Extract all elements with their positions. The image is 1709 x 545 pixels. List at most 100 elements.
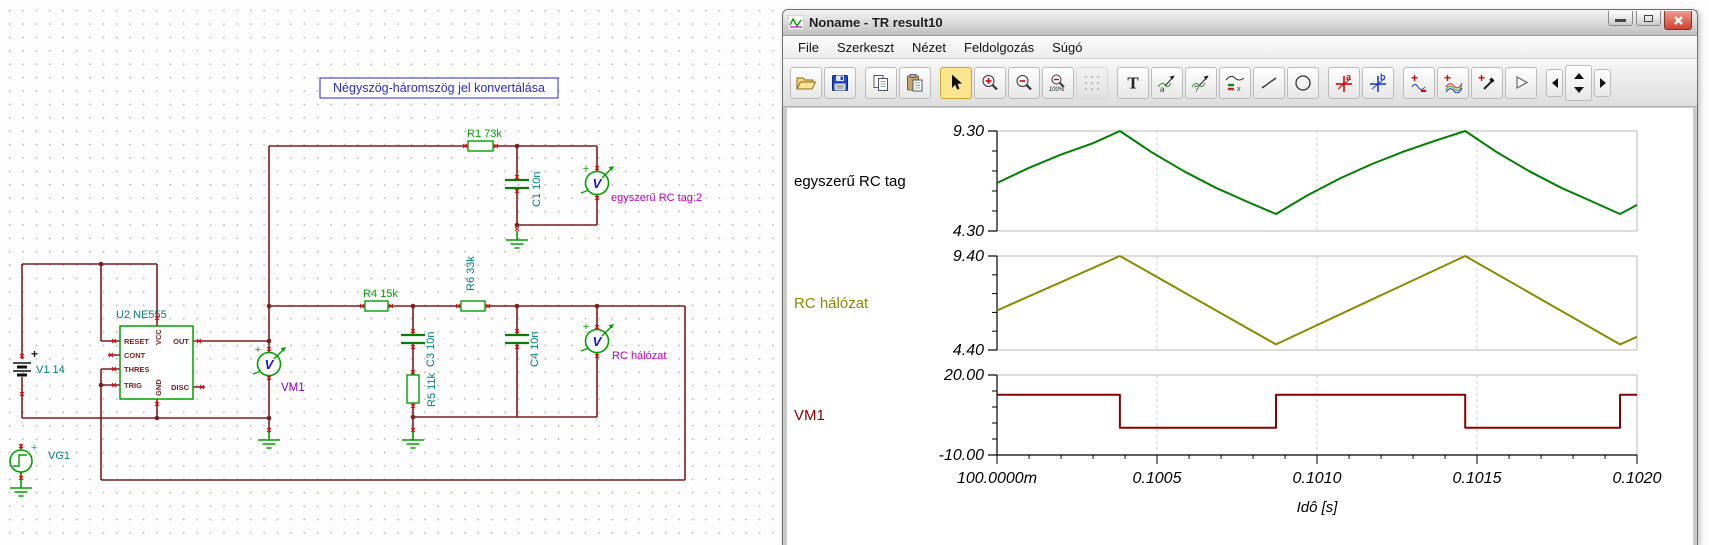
component-c1[interactable]: C1 10n — [505, 172, 543, 207]
terminal-marks — [18, 143, 600, 481]
component-c3[interactable]: C3 10n — [401, 332, 437, 367]
u2-label: U2 NE555 — [116, 309, 167, 321]
schematic-caption: Négyszög-háromszög jel konvertálása — [333, 81, 545, 95]
c4-label: C4 10n — [529, 332, 541, 367]
tr-result-window: Noname - TR result10 File Szerkeszt Nézet F… — [782, 9, 1698, 545]
grid-button[interactable] — [1076, 66, 1108, 99]
copy-icon — [871, 73, 891, 93]
menu-item-1[interactable]: Szerkeszt — [828, 37, 903, 58]
component-meter-rc-network[interactable]: V + RC hálózat — [580, 321, 666, 362]
close-button[interactable] — [1664, 11, 1692, 30]
save-icon — [830, 73, 850, 93]
legend-icon: x — [1224, 73, 1246, 93]
zoom-100-button[interactable]: 100% — [1042, 66, 1074, 99]
meter2-plus: + — [583, 321, 589, 333]
tool-group-1 — [865, 66, 931, 99]
minimize-button[interactable] — [1608, 11, 1633, 26]
pin-trig: TRIG — [124, 381, 142, 390]
marker-button[interactable] — [1505, 66, 1537, 99]
menu-item-3[interactable]: Feldolgozás — [955, 37, 1043, 58]
cursor-icon — [946, 73, 966, 93]
component-c4[interactable]: C4 10n — [505, 332, 541, 367]
ground-icon — [10, 479, 32, 497]
plot-2: 20.00 -10.00 VM1 — [794, 367, 1638, 464]
paste-button[interactable] — [899, 66, 931, 99]
vg1-plus: + — [31, 442, 37, 454]
schematic-caption-box[interactable]: Négyszög-háromszög jel konvertálása — [319, 77, 559, 99]
ellipse-icon — [1293, 73, 1313, 93]
nav-prev-icon — [1550, 77, 1560, 89]
pin-out: OUT — [173, 337, 189, 346]
open-button[interactable] — [790, 66, 822, 99]
plot-1: 9.40 4.40 RC hálózat — [794, 248, 1638, 359]
autoscale-a-button[interactable]: a — [1151, 66, 1183, 99]
component-vg1[interactable]: + VG1 — [9, 442, 70, 473]
svg-text:a: a — [1160, 85, 1165, 93]
autoscale-q-icon: ? — [1190, 73, 1212, 93]
legend-button[interactable]: x — [1219, 66, 1251, 99]
tool-group-5: + + + — [1403, 66, 1537, 99]
tool-group-3: Ta? x — [1117, 66, 1319, 99]
meter2-v-letter: V — [593, 334, 603, 349]
pin-gnd: GND — [154, 379, 163, 396]
component-v1[interactable]: + V1 14 — [13, 347, 65, 377]
r4-label: R4 15k — [363, 288, 398, 300]
autoscale-a-icon: a — [1156, 73, 1178, 93]
ground-icon — [506, 231, 528, 249]
cursor-button[interactable] — [940, 66, 972, 99]
svg-text:+: + — [1444, 73, 1451, 85]
cursor-a-button[interactable]: a — [1328, 66, 1360, 99]
menu-item-0[interactable]: File — [789, 37, 828, 58]
copy-button[interactable] — [865, 66, 897, 99]
zoom-out-icon — [1014, 73, 1034, 93]
add-curves-icon: + — [1442, 73, 1464, 93]
x-tick-label: 0.1020 — [1613, 470, 1662, 487]
schematic-canvas[interactable]: Négyszög-háromszög jel konvertálása R1 7… — [0, 0, 782, 545]
save-button[interactable] — [824, 66, 856, 99]
svg-text:b: b — [1380, 72, 1386, 82]
component-r6[interactable]: R6 33k — [460, 256, 486, 312]
title-bar[interactable]: Noname - TR result10 — [783, 10, 1697, 36]
menu-item-4[interactable]: Súgó — [1043, 37, 1091, 58]
nav-next-button[interactable] — [1594, 68, 1611, 97]
y-tick-label: -10.00 — [939, 447, 984, 464]
svg-text:100%: 100% — [1049, 87, 1065, 93]
add-curves-button[interactable]: + — [1437, 66, 1469, 99]
nav-scroll-button[interactable] — [1565, 64, 1592, 101]
y-tick-label: 9.30 — [953, 123, 984, 140]
svg-text:+: + — [1411, 73, 1418, 85]
toolbar: 100% Ta? x a b + + + — [783, 59, 1697, 107]
x-axis: 100.0000m 0.1005 0.1010 0.1015 0.1020 Idô [s] — [957, 454, 1662, 516]
probe-button[interactable]: + — [1471, 66, 1503, 99]
vm1-label: VM1 — [281, 382, 305, 394]
restore-button[interactable] — [1636, 11, 1661, 26]
c1-label: C1 10n — [531, 172, 543, 207]
ellipse-button[interactable] — [1287, 66, 1319, 99]
component-meter-rc-tag[interactable]: V + egyszerű RC tag:2 — [580, 163, 702, 204]
x-tick-label: 0.1010 — [1293, 470, 1342, 487]
text-button[interactable]: T — [1117, 66, 1149, 99]
zoom-in-button[interactable] — [974, 66, 1006, 99]
component-u2-ne555[interactable]: U2 NE555 RESET CONT THRES TRIG OUT DISC … — [116, 309, 194, 400]
pin-vcc: VCC — [154, 329, 163, 345]
component-r5[interactable]: R5 11k — [406, 372, 438, 407]
nav-prev-button[interactable] — [1546, 68, 1563, 97]
add-remove-curve-button[interactable]: + — [1403, 66, 1435, 99]
pin-reset: RESET — [124, 337, 149, 346]
nav-scroll-icon — [1572, 71, 1586, 95]
plot-area[interactable]: 9.30 4.30 egyszerű RC tag 9.40 4.40 RC hálóza… — [787, 108, 1693, 545]
line-button[interactable] — [1253, 66, 1285, 99]
pin-cont: CONT — [124, 351, 146, 360]
cursor-b-icon: b — [1367, 72, 1389, 94]
autoscale-q-button[interactable]: ? — [1185, 66, 1217, 99]
zoom-out-button[interactable] — [1008, 66, 1040, 99]
cursor-b-button[interactable]: b — [1362, 66, 1394, 99]
c3-label: C3 10n — [425, 332, 437, 367]
component-vm1[interactable]: V + VM1 — [252, 344, 305, 394]
menu-item-2[interactable]: Nézet — [903, 37, 955, 58]
menu-bar: File Szerkeszt Nézet Feldolgozás Súgó — [783, 36, 1697, 59]
diagram-client-area[interactable]: 9.30 4.30 egyszerű RC tag 9.40 4.40 RC hálóza… — [787, 108, 1693, 545]
tool-group-0 — [790, 66, 856, 99]
y-tick-label: 4.40 — [953, 342, 984, 359]
meter-rc-network-label: RC hálózat — [612, 350, 666, 362]
